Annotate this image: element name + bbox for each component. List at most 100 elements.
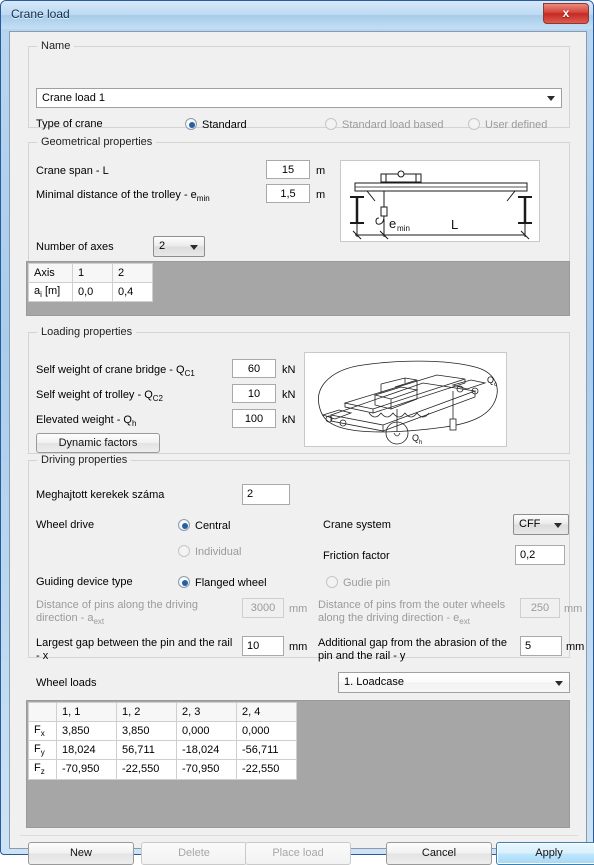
table-row: 1, 1 1, 2 2, 3 2, 4 <box>28 702 297 722</box>
wheel-loads-cell[interactable]: -22,550 <box>116 759 177 780</box>
self-weight-trolley-label-sub: C2 <box>152 394 164 404</box>
delete-button[interactable]: Delete <box>141 842 247 865</box>
self-weight-bridge-label-main: Self weight of crane bridge - Q <box>36 364 185 376</box>
pin-distance-input[interactable]: 3000 <box>242 598 284 618</box>
wheel-loads-row-label: Fz <box>28 759 57 780</box>
radio-guiding-flanged-wheel-label: Flanged wheel <box>195 577 267 589</box>
loadcase-value: 1. Loadcase <box>344 676 404 688</box>
wheel-loads-header-3: 2, 3 <box>176 702 237 722</box>
diagram-label-qc: Q <box>487 375 494 385</box>
driven-wheels-input[interactable]: 2 <box>242 484 290 505</box>
radio-dot-icon <box>178 576 190 588</box>
new-button[interactable]: New <box>28 842 134 865</box>
diagram-label-L: L <box>451 217 458 232</box>
trolley-distance-unit: m <box>316 189 326 201</box>
crane-system-value: CFF <box>519 518 541 530</box>
number-of-axes-value: 2 <box>159 240 166 252</box>
trolley-distance-input[interactable]: 1,5 <box>266 184 310 203</box>
radio-guiding-flanged-wheel[interactable]: Flanged wheel <box>178 576 267 589</box>
elevated-weight-input[interactable]: 100 <box>232 409 276 428</box>
wheel-loads-cell[interactable]: -70,950 <box>56 759 117 780</box>
diagram-label-qh: Q <box>412 433 419 443</box>
wheel-loads-cell[interactable]: 0,000 <box>236 720 297 742</box>
wheel-loads-cell[interactable]: 3,850 <box>56 720 117 742</box>
wheel-loads-cell[interactable]: 0,000 <box>176 720 237 742</box>
self-weight-bridge-label: Self weight of crane bridge - QC1 <box>36 364 195 378</box>
cancel-button[interactable]: Cancel <box>386 842 492 865</box>
outer-pin-input[interactable]: 250 <box>520 598 560 618</box>
radio-type-standard[interactable]: Standard <box>185 118 247 131</box>
abrasion-gap-label-line1: Additional gap from the abrasion of the <box>318 637 507 649</box>
wheel-loads-cell[interactable]: 56,711 <box>116 740 177 761</box>
dynamic-factors-button[interactable]: Dynamic factors <box>36 433 160 453</box>
apply-button[interactable]: Apply <box>496 842 594 865</box>
table-row: ai [m] 0,0 0,4 <box>28 281 153 303</box>
radio-dot-icon <box>468 118 480 130</box>
crane-system-combo[interactable]: CFF <box>513 514 569 535</box>
pin-distance-label-sub: ext <box>93 617 105 627</box>
self-weight-trolley-input[interactable]: 10 <box>232 384 276 403</box>
radio-dot-icon <box>178 545 190 557</box>
radio-wheel-drive-central[interactable]: Central <box>178 519 230 532</box>
axes-cell[interactable]: 0,4 <box>112 281 153 303</box>
trolley-distance-label: Minimal distance of the trolley - emin <box>36 189 210 203</box>
wheel-loads-table[interactable]: 1, 1 1, 2 2, 3 2, 4 Fx 3,850 3,850 0,000… <box>28 702 297 780</box>
wheel-loads-row-label: Fx <box>28 720 57 742</box>
number-of-axes-combo[interactable]: 2 <box>153 236 205 257</box>
wheel-loads-cell[interactable]: -70,950 <box>176 759 237 780</box>
largest-gap-input[interactable]: 10 <box>242 636 284 656</box>
loading-legend: Loading properties <box>37 326 137 338</box>
loadcase-combo[interactable]: 1. Loadcase <box>338 672 570 693</box>
place-load-button[interactable]: Place load <box>245 842 351 865</box>
radio-dot-icon <box>325 118 337 130</box>
axes-header-2: 2 <box>112 263 153 283</box>
friction-factor-label: Friction factor <box>323 550 390 562</box>
name-group: Name <box>28 40 570 128</box>
wheel-loads-cell[interactable]: 18,024 <box>56 740 117 761</box>
elevated-weight-label: Elevated weight - Qh <box>36 414 136 428</box>
wheel-loads-cell[interactable]: -18,024 <box>176 740 237 761</box>
wheel-loads-row-label-sub: x <box>40 729 45 739</box>
trolley-distance-label-sub: min <box>196 194 210 204</box>
table-row: Fx 3,850 3,850 0,000 0,000 <box>28 720 297 742</box>
radio-wheel-drive-individual[interactable]: Individual <box>178 545 241 558</box>
radio-type-user-defined[interactable]: User defined <box>468 118 547 131</box>
self-weight-bridge-label-sub: C1 <box>184 369 195 379</box>
axes-header-1: 1 <box>72 263 113 283</box>
outer-pin-label-line2: along the driving direction - eext <box>318 612 470 626</box>
friction-factor-value: 0,2 <box>520 549 536 561</box>
driving-legend: Driving properties <box>37 454 132 466</box>
wheel-loads-header-1: 1, 1 <box>56 702 117 722</box>
radio-type-standard-load-based[interactable]: Standard load based <box>325 118 444 131</box>
wheel-loads-row-label: Fy <box>28 740 57 761</box>
wheel-loads-header-4: 2, 4 <box>236 702 297 722</box>
self-weight-bridge-input[interactable]: 60 <box>232 359 276 378</box>
table-row: Fz -70,950 -22,550 -70,950 -22,550 <box>28 759 297 780</box>
axes-cell[interactable]: 0,0 <box>72 281 113 303</box>
radio-guiding-gudie-pin[interactable]: Gudie pin <box>326 576 390 589</box>
axes-header-axis: Axis <box>28 263 73 283</box>
crane-load-name-value: Crane load 1 <box>42 92 105 104</box>
axes-table[interactable]: Axis 1 2 ai [m] 0,0 0,4 <box>28 263 153 303</box>
radio-dot-icon <box>185 118 197 130</box>
wheel-loads-cell[interactable]: 3,850 <box>116 720 177 742</box>
outer-pin-label-line2-main: along the driving direction - e <box>318 612 460 624</box>
diagram-label-emin: e <box>389 216 396 231</box>
chevron-down-icon <box>190 244 198 250</box>
crane-span-input[interactable]: 15 <box>266 160 310 179</box>
guiding-device-type-label: Guiding device type <box>36 576 133 588</box>
close-icon[interactable]: x <box>543 3 589 24</box>
self-weight-trolley-label-main: Self weight of trolley - Q <box>36 389 153 401</box>
abrasion-gap-input[interactable]: 5 <box>520 636 562 656</box>
wheel-loads-cell[interactable]: -56,711 <box>236 740 297 761</box>
crane-load-name-combo[interactable]: Crane load 1 <box>36 88 562 108</box>
wheel-loads-grid-panel: 1, 1 1, 2 2, 3 2, 4 Fx 3,850 3,850 0,000… <box>26 700 570 828</box>
radio-type-standard-load-based-label: Standard load based <box>342 119 444 131</box>
wheel-loads-cell[interactable]: -22,550 <box>236 759 297 780</box>
table-row: Fy 18,024 56,711 -18,024 -56,711 <box>28 740 297 761</box>
friction-factor-input[interactable]: 0,2 <box>515 545 565 565</box>
svg-text:c: c <box>494 382 497 388</box>
elevated-weight-label-sub: h <box>132 419 137 429</box>
type-of-crane-label: Type of crane <box>36 118 103 130</box>
crane-3d-diagram: Q c Q h <box>304 352 507 447</box>
